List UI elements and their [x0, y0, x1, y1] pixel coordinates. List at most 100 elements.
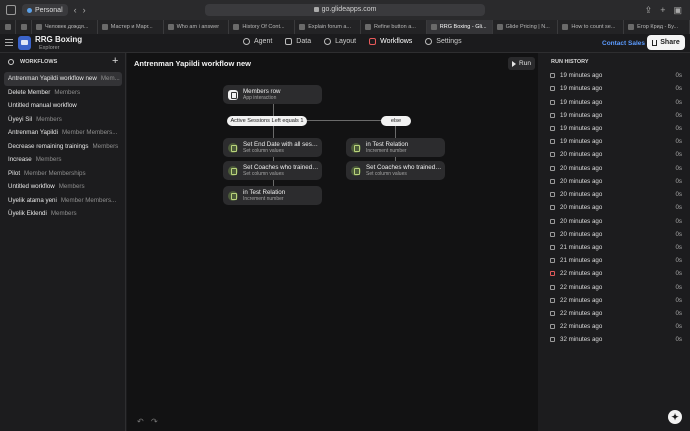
- run-history-row[interactable]: 19 minutes ago 0s: [550, 82, 682, 95]
- nav-agent[interactable]: Agent: [243, 38, 272, 45]
- else-pill[interactable]: else: [381, 116, 411, 126]
- sidebar-toggle-icon[interactable]: [6, 5, 16, 15]
- nav-settings[interactable]: Settings: [425, 38, 462, 45]
- run-time: 20 minutes ago: [560, 204, 603, 212]
- action-node[interactable]: in Test Relation Increment number: [346, 138, 445, 157]
- back-icon[interactable]: ‹: [74, 4, 77, 16]
- run-status-icon: [550, 337, 555, 343]
- run-history-row[interactable]: 20 minutes ago 0s: [550, 148, 682, 161]
- action-node[interactable]: Set Coaches who trained th... Set column …: [223, 161, 322, 180]
- help-button[interactable]: ✦: [668, 410, 682, 424]
- nav-data[interactable]: Data: [285, 38, 311, 45]
- search-icon[interactable]: [8, 59, 14, 65]
- favicon-icon: [299, 24, 306, 30]
- run-history-row[interactable]: 21 minutes ago 0s: [550, 254, 682, 267]
- workflow-table: Members: [54, 88, 81, 96]
- lock-icon: [313, 6, 319, 12]
- run-history-row[interactable]: 20 minutes ago 0s: [550, 201, 682, 214]
- browser-tab[interactable]: Refine button a...: [361, 20, 427, 34]
- address-bar[interactable]: go.glideapps.com: [205, 4, 485, 16]
- run-duration: 0s: [675, 270, 682, 278]
- workflow-item[interactable]: Delete Member Members: [4, 86, 122, 100]
- run-history-row[interactable]: 21 minutes ago 0s: [550, 241, 682, 254]
- workflow-table: Mem...: [100, 75, 120, 83]
- run-history-row[interactable]: 22 minutes ago 0s: [550, 307, 682, 320]
- run-history-row[interactable]: 32 minutes ago 0s: [550, 333, 682, 346]
- browser-tab[interactable]: RRG Boxing - Gli...: [426, 20, 493, 34]
- run-history-row[interactable]: 20 minutes ago 0s: [550, 188, 682, 201]
- run-history-row[interactable]: 22 minutes ago 0s: [550, 281, 682, 294]
- workflow-item[interactable]: Uyelik atama yeni Member Members...: [4, 194, 122, 208]
- run-history-row[interactable]: 20 minutes ago 0s: [550, 228, 682, 241]
- tab-overview-icon[interactable]: ▣: [673, 4, 682, 16]
- run-time: 20 minutes ago: [560, 217, 603, 225]
- workflow-canvas[interactable]: Antrenman Yapildi workflow new Run Membe…: [127, 53, 538, 431]
- browser-tab[interactable]: History Of Cont...: [229, 20, 296, 34]
- add-workflow-button[interactable]: +: [112, 55, 118, 67]
- browser-tab[interactable]: [0, 20, 16, 34]
- run-history-row[interactable]: 20 minutes ago 0s: [550, 162, 682, 175]
- action-node[interactable]: Set Coaches who trained th... Set column …: [346, 161, 445, 180]
- contact-sales-link[interactable]: Contact Sales: [602, 40, 645, 47]
- workflow-table: Members: [50, 210, 77, 218]
- workflow-item[interactable]: Antrenman Yapildi workflow new Mem...: [4, 72, 122, 86]
- run-duration: 0s: [675, 257, 682, 265]
- workflow-item[interactable]: Üyeyi Sil Members: [4, 113, 122, 127]
- tab-label: How to count se...: [571, 24, 616, 30]
- condition-pill[interactable]: Active Sessions Left equals 1: [227, 116, 307, 126]
- run-history-row[interactable]: 22 minutes ago 0s: [550, 267, 682, 280]
- app-name[interactable]: RRG Boxing: [35, 35, 82, 44]
- run-duration: 0s: [675, 217, 682, 225]
- favicon-icon: [101, 24, 108, 30]
- action-node[interactable]: Set End Date with all sessio... Set colum…: [223, 138, 322, 157]
- workflow-item[interactable]: Increase Members: [4, 153, 122, 167]
- nav-label: Settings: [436, 38, 462, 45]
- share-page-icon[interactable]: ⇪: [645, 4, 653, 16]
- action-node[interactable]: in Test Relation Increment number: [223, 186, 322, 205]
- workflow-item[interactable]: Untitled manual workflow: [4, 99, 122, 113]
- run-time: 19 minutes ago: [560, 111, 603, 119]
- nav-label: Agent: [254, 38, 273, 45]
- profile-switcher[interactable]: Personal: [22, 4, 68, 16]
- trigger-node[interactable]: Members row App interaction: [223, 85, 322, 104]
- run-history-row[interactable]: 20 minutes ago 0s: [550, 175, 682, 188]
- run-button[interactable]: Run: [508, 57, 535, 70]
- node-title: in Test Relation: [243, 189, 286, 196]
- run-history-row[interactable]: 20 minutes ago 0s: [550, 214, 682, 227]
- browser-tab[interactable]: Glide Pricing | N...: [493, 20, 559, 34]
- browser-tab[interactable]: Explain forum a...: [295, 20, 361, 34]
- run-history-row[interactable]: 19 minutes ago 0s: [550, 95, 682, 108]
- undo-icon[interactable]: ↶: [137, 417, 144, 426]
- forward-icon[interactable]: ›: [83, 4, 86, 16]
- run-time: 32 minutes ago: [560, 336, 603, 344]
- browser-tab[interactable]: Мастер и Марг...: [98, 20, 164, 34]
- run-history-row[interactable]: 22 minutes ago 0s: [550, 294, 682, 307]
- share-button[interactable]: Share: [647, 35, 685, 50]
- browser-tab[interactable]: How to count se...: [558, 20, 625, 34]
- run-status-icon: [550, 218, 555, 224]
- increment-icon: [228, 190, 238, 201]
- redo-icon[interactable]: ↷: [151, 417, 158, 426]
- app-logo[interactable]: [18, 36, 31, 50]
- workflow-item[interactable]: Üyelik Eklendi Members: [4, 207, 122, 221]
- nav-workflows[interactable]: Workflows: [369, 38, 412, 45]
- workflow-item[interactable]: Decrease remaining trainings Members: [4, 140, 122, 154]
- settings-icon: [425, 38, 433, 45]
- run-history-row[interactable]: 19 minutes ago 0s: [550, 122, 682, 135]
- browser-tab[interactable]: Человек дождя...: [32, 20, 98, 34]
- run-history-row[interactable]: 19 minutes ago 0s: [550, 109, 682, 122]
- nav-layout[interactable]: Layout: [324, 38, 356, 45]
- run-status-icon: [550, 244, 555, 250]
- run-history-row[interactable]: 19 minutes ago 0s: [550, 69, 682, 82]
- run-history-row[interactable]: 19 minutes ago 0s: [550, 135, 682, 148]
- workflow-item[interactable]: Pilot Member Memberships: [4, 167, 122, 181]
- run-history-row[interactable]: 22 minutes ago 0s: [550, 320, 682, 333]
- browser-tab[interactable]: [16, 20, 32, 34]
- run-status-icon: [550, 231, 555, 237]
- workflow-item[interactable]: Antrenman Yapildi Member Members...: [4, 126, 122, 140]
- browser-tab[interactable]: Егор Крид - Бу...: [624, 20, 690, 34]
- workflow-item[interactable]: Untitled workflow Members: [4, 180, 122, 194]
- menu-icon[interactable]: [5, 39, 13, 46]
- browser-tab[interactable]: Who am i answer: [164, 20, 230, 34]
- new-tab-icon[interactable]: +: [660, 4, 665, 16]
